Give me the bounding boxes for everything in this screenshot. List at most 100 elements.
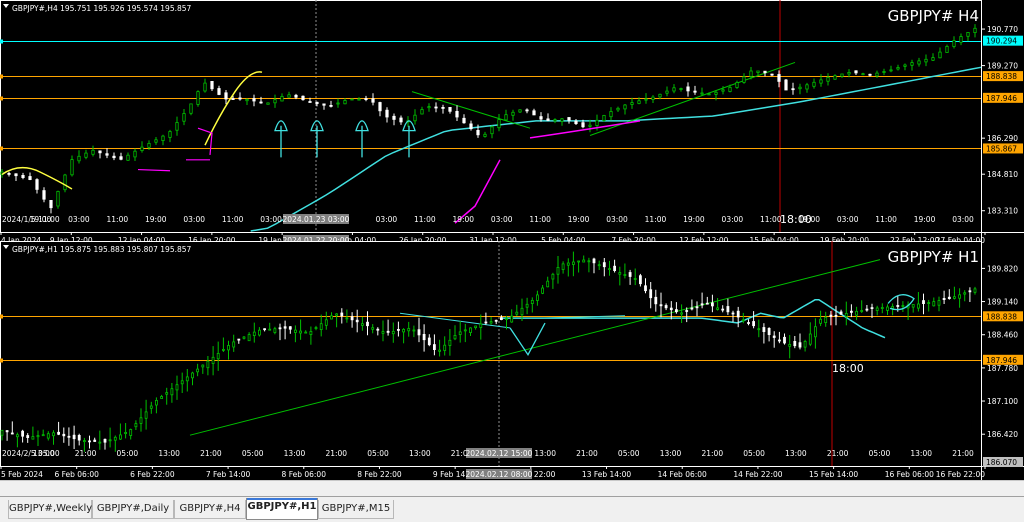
candle-body: [757, 328, 761, 331]
candle-body: [886, 306, 889, 311]
candle[interactable]: [301, 95, 305, 101]
candle-body: [216, 352, 220, 360]
candle[interactable]: [350, 98, 354, 101]
candle-body: [592, 258, 596, 264]
price-label: 187.946: [986, 94, 1017, 103]
candle-body: [819, 318, 822, 324]
candle-body: [968, 290, 972, 293]
price-label: 190.294: [986, 37, 1017, 46]
event-vline-label: 18:00: [832, 362, 864, 375]
candle-body: [695, 306, 699, 309]
x-minor-label: 13:00: [33, 449, 55, 458]
candle-body: [189, 103, 193, 114]
level-marker: [0, 146, 3, 151]
candle-body: [803, 340, 807, 348]
chart-pane-h4[interactable]: GBPJPY#,H4 195.751 195.926 195.574 195.8…: [0, 0, 1024, 246]
candle-body: [5, 430, 9, 433]
candle-body: [791, 88, 795, 91]
y-tick-label: 189.270: [987, 62, 1018, 71]
candle-body: [420, 109, 424, 115]
candle-body: [700, 92, 704, 95]
candle-body: [343, 100, 347, 105]
candle-body: [427, 106, 431, 109]
chart-tab-m15[interactable]: GBPJPY#,M15: [318, 500, 394, 519]
candle-body: [865, 308, 869, 311]
candle-body: [376, 328, 380, 331]
candle[interactable]: [189, 103, 193, 116]
candle-body: [896, 67, 900, 70]
chart-tab-h4[interactable]: GBPJPY#,H4: [174, 500, 246, 519]
candle-body: [10, 432, 14, 435]
candle-body: [505, 318, 508, 321]
x-minor-label: 19:00: [452, 215, 474, 224]
candle-body: [770, 73, 774, 76]
candle-body: [834, 314, 838, 317]
candle-body: [618, 272, 622, 275]
candle-body: [67, 435, 71, 438]
candle-body: [35, 179, 39, 190]
candle-body: [412, 329, 416, 332]
candle-body: [742, 76, 746, 83]
candle-body: [72, 434, 76, 440]
candle[interactable]: [266, 102, 270, 105]
symbol-info: GBPJPY#,H1 195.875 195.883 195.807 195.8…: [12, 245, 192, 254]
candle-body: [108, 439, 112, 442]
candle-body: [536, 294, 539, 301]
candle-body: [922, 300, 925, 305]
candle-body: [630, 102, 634, 105]
candle-body: [144, 411, 148, 419]
chart-tab-h1[interactable]: GBPJPY#,H1: [246, 498, 318, 520]
candle-body: [304, 331, 308, 334]
candle[interactable]: [196, 90, 200, 107]
candle-body: [407, 328, 411, 332]
candle-body: [844, 312, 848, 317]
candle-body: [462, 117, 466, 124]
candle[interactable]: [784, 79, 788, 91]
x-minor-label: 11:00: [529, 215, 551, 224]
candle-body: [762, 327, 766, 332]
candle-body: [686, 86, 690, 92]
x-minor-label: 03:00: [183, 215, 205, 224]
candle-body: [561, 263, 565, 270]
candle[interactable]: [63, 173, 67, 193]
candle-body: [840, 73, 844, 77]
candle-body: [396, 328, 400, 331]
x-tick-label: 6 Feb 22:00: [130, 470, 175, 479]
candle-body: [7, 172, 11, 175]
candle-body: [252, 98, 256, 102]
candle-body: [525, 303, 529, 308]
candle-body: [721, 89, 725, 92]
candle[interactable]: [56, 190, 60, 209]
candle-body: [616, 107, 620, 111]
candle-body: [741, 319, 745, 322]
candle-body: [932, 301, 936, 307]
candle-body: [422, 333, 426, 341]
candle-body: [15, 434, 19, 438]
candle-body: [371, 327, 375, 330]
x-minor-label: 21:00: [701, 449, 723, 458]
candle[interactable]: [602, 114, 606, 122]
x-minor-label: 11:00: [107, 215, 129, 224]
candle-body: [227, 345, 230, 351]
candle-body: [180, 380, 184, 385]
chart-scrollbar[interactable]: [0, 480, 1024, 497]
candle-body: [149, 405, 153, 409]
x-tick-label: 13 Feb 14:00: [582, 470, 631, 479]
chart-tab-daily[interactable]: GBPJPY#,Daily: [92, 500, 174, 519]
candle-body: [546, 280, 550, 288]
chart-tab-weekly[interactable]: GBPJPY#,Weekly: [8, 500, 92, 519]
candle-body: [469, 327, 472, 333]
x-minor-label: 05:00: [367, 449, 389, 458]
chart-pane-h1[interactable]: GBPJPY#,H1 195.875 195.883 195.807 195.8…: [0, 241, 1024, 480]
candle-body: [826, 77, 830, 82]
x-minor-label: 13:00: [910, 449, 932, 458]
price-label: 186.070: [986, 458, 1017, 467]
candle-body: [84, 152, 88, 158]
candle-body: [788, 343, 792, 347]
chart-tab-bar: GBPJPY#,Weekly GBPJPY#,Daily GBPJPY#,H4 GBP…: [0, 496, 1024, 522]
x-minor-label: 11:00: [645, 215, 667, 224]
candle-body: [105, 153, 109, 156]
candle-body: [793, 340, 797, 347]
candle-body: [880, 307, 884, 309]
candle-body: [783, 336, 786, 344]
